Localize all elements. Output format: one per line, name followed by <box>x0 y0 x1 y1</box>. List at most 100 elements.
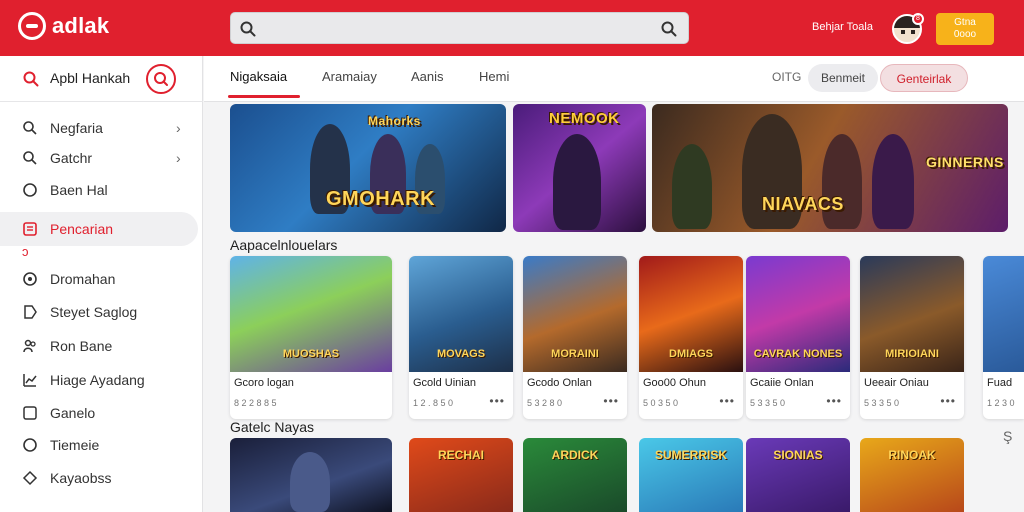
game-card[interactable] <box>230 438 392 512</box>
sidebar-item-label: Ron Bane <box>50 338 113 354</box>
game-card[interactable]: RECHAI <box>409 438 513 512</box>
game-card[interactable]: SIONIAS <box>746 438 850 512</box>
search-bar[interactable] <box>230 12 689 44</box>
game-thumbnail: MUOSHAS <box>230 256 392 372</box>
more-options-icon[interactable]: ••• <box>489 394 505 408</box>
more-options-icon[interactable]: ••• <box>940 394 956 408</box>
sidebar-item-ganelo[interactable]: Ganelo <box>0 396 198 430</box>
sidebar-item-kayaobss[interactable]: Kayaobss <box>0 461 198 495</box>
sidebar: Apbl Hankah Negfaria › Gatchr › Baen Hal… <box>0 56 203 512</box>
sidebar-item-label: Dromahan <box>50 271 116 287</box>
more-options-icon[interactable]: ••• <box>719 394 735 408</box>
square-icon <box>23 406 37 420</box>
game-title: Fuad <box>987 377 1013 389</box>
more-options-icon[interactable]: ••• <box>603 394 619 408</box>
sidebar-item-label: Hiage Ayadang <box>50 372 145 388</box>
game-meta: 5 3 2 8 0 <box>527 398 563 408</box>
sidebar-item-label: Tiemeie <box>50 437 100 453</box>
game-meta: 8 2 2 8 8 5 <box>234 398 277 408</box>
notification-badge[interactable]: 8 <box>912 13 924 25</box>
game-card[interactable]: DMIAGS Goo00 Ohun 5 0 3 5 0 ••• <box>639 256 743 419</box>
sidebar-item-steyet-saglog[interactable]: Steyet Saglog <box>0 295 198 329</box>
app-logo[interactable]: adlak <box>18 12 109 40</box>
banner-character <box>872 134 914 229</box>
game-card[interactable]: MIRIOIANI Ueeair Oniau 5 3 3 5 0 ••• <box>860 256 964 419</box>
cta-label-top: Gtna <box>954 17 976 28</box>
avatar-eyes <box>901 30 915 34</box>
sidebar-item-gatchr[interactable]: Gatchr › <box>0 141 198 175</box>
tab-bar: Nigaksaia Aramaiay Aanis Hemi OITG Benme… <box>204 56 1024 102</box>
logo-text: adlak <box>52 13 110 38</box>
game-title: Ueeair Oniau <box>864 377 929 389</box>
top-cta-button[interactable]: Gtna 0ooo <box>936 13 994 45</box>
game-title: Gcodo Onlan <box>527 377 592 389</box>
sidebar-item-hiage-ayadang[interactable]: Hiage Ayadang <box>0 363 198 397</box>
circle-icon <box>23 438 37 452</box>
game-card[interactable]: CAVRAK NONES Gcaiie Onlan 5 3 3 5 0 ••• <box>746 256 850 419</box>
tab-aramaiay[interactable]: Aramaiay <box>322 69 377 84</box>
game-title: Gcoro logan <box>234 377 294 389</box>
sidebar-item-pencarian[interactable]: Pencarian <box>0 212 198 246</box>
tab-nigaksaia[interactable]: Nigaksaia <box>230 69 287 84</box>
thumbnail-character <box>290 452 330 512</box>
game-card[interactable]: MORAINI Gcodo Onlan 5 3 2 8 0 ••• <box>523 256 627 419</box>
game-title: Gcold Uinian <box>413 377 476 389</box>
user-name[interactable]: Behjar Toala <box>812 21 873 33</box>
sidebar-item-label: Gatchr <box>50 150 93 166</box>
sidebar-item-dromahan[interactable]: Dromahan <box>0 262 198 296</box>
sidebar-item-tiemeie[interactable]: Tiemeie <box>0 428 198 462</box>
sidebar-item-baen-hal[interactable]: Baen Hal <box>0 173 198 207</box>
game-card[interactable]: ARDICK <box>523 438 627 512</box>
banner-side-title: GINNERNS <box>926 154 1004 170</box>
filter-pill-genteirlak[interactable]: Genteirlak <box>880 64 968 92</box>
sidebar-item-ron-bane[interactable]: Ron Bane <box>0 329 198 363</box>
thumbnail-label: RECHAI <box>437 448 484 462</box>
search-input[interactable] <box>263 17 643 39</box>
featured-banner-2[interactable]: NEMOOK <box>513 104 646 232</box>
cta-label-bottom: 0ooo <box>953 29 977 40</box>
tag-icon <box>24 305 37 319</box>
thumbnail-label: CAVRAK NONES <box>753 348 843 360</box>
active-tab-indicator <box>228 95 300 98</box>
game-thumbnail: MOVAGS <box>409 256 513 372</box>
chevron-right-icon: › <box>176 150 181 166</box>
section-title: Aapacelnlouelars <box>230 237 338 253</box>
featured-banner-3[interactable]: NIAVACS GINNERNS <box>652 104 1008 232</box>
game-card[interactable]: SUMERRISK <box>639 438 743 512</box>
search-icon <box>23 71 39 87</box>
search-icon <box>240 21 256 37</box>
game-card[interactable]: MUOSHAS Gcoro logan 8 2 2 8 8 5 <box>230 256 392 419</box>
game-card[interactable]: Fuad 1 2 3 0 <box>983 256 1024 419</box>
featured-banner-1[interactable]: Mahorks GMOHARK <box>230 104 506 232</box>
thumbnail-label: SIONIAS <box>773 448 823 462</box>
game-thumbnail: MORAINI <box>523 256 627 372</box>
banner-title: GMOHARK <box>326 188 436 210</box>
sidebar-item-label: Kayaobss <box>50 470 112 486</box>
tab-hemi[interactable]: Hemi <box>479 69 509 84</box>
search-submit-icon[interactable] <box>660 20 678 38</box>
game-meta: 5 3 3 5 0 <box>750 398 786 408</box>
banner-title: NIAVACS <box>762 194 844 214</box>
section-title: Gatelc Nayas <box>230 419 315 435</box>
search-icon <box>23 151 37 165</box>
sidebar-item-label: Negfaria <box>50 120 103 136</box>
game-meta: 5 3 3 5 0 <box>864 398 900 408</box>
scroll-indicator[interactable]: Ş <box>1003 428 1012 444</box>
game-card[interactable]: MOVAGS Gcold Uinian 1 2 . 8 5 0 ••• <box>409 256 513 419</box>
more-options-icon[interactable]: ••• <box>826 394 842 408</box>
thumbnail-label: ARDICK <box>551 448 599 462</box>
search-icon <box>23 121 37 135</box>
sidebar-item-negfaria[interactable]: Negfaria › <box>0 111 198 145</box>
tab-meta-label[interactable]: OITG <box>772 70 801 84</box>
chevron-right-icon: › <box>176 120 181 136</box>
circle-icon <box>23 272 37 286</box>
filter-pill-benmeit[interactable]: Benmeit <box>808 64 878 92</box>
chart-icon <box>23 374 37 387</box>
tab-aanis[interactable]: Aanis <box>411 69 444 84</box>
banner-title: NEMOOK <box>549 110 620 127</box>
sidebar-search-button[interactable] <box>146 64 176 94</box>
search-icon <box>154 72 168 86</box>
sync-icon: ↄ <box>22 244 29 259</box>
game-card[interactable]: RINOAK <box>860 438 964 512</box>
list-icon <box>23 222 37 236</box>
